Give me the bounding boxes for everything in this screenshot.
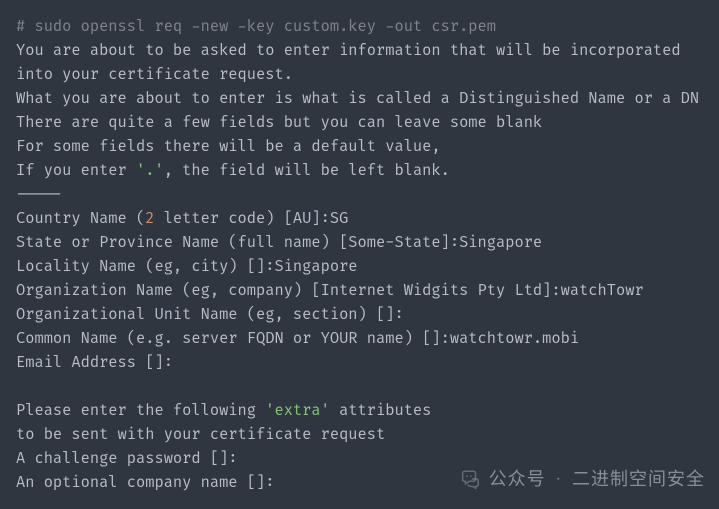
terminal-output: # sudo openssl req -new -key custom.key … <box>0 0 719 505</box>
intro-line-5: For some fields there will be a default … <box>16 137 441 156</box>
intro-line-2: into your certificate request. <box>16 65 293 84</box>
intro-line-6a: If you enter <box>16 161 136 180</box>
org-line: Organization Name (eg, company) [Interne… <box>16 281 644 300</box>
intro-line-3: What you are about to enter is what is c… <box>16 89 699 108</box>
country-pre: Country Name ( <box>16 209 145 228</box>
extra-literal: 'extra' <box>265 401 330 420</box>
locality-line: Locality Name (eg, city) []:Singapore <box>16 257 358 276</box>
separator: ----- <box>16 185 62 204</box>
extra-line-1a: Please enter the following <box>16 401 265 420</box>
extra-line-1c: attributes <box>330 401 432 420</box>
challenge-line: A challenge password []: <box>16 449 238 468</box>
country-post: letter code) [AU]:SG <box>154 209 348 228</box>
cn-line: Common Name (e.g. server FQDN or YOUR na… <box>16 329 579 348</box>
intro-line-6c: , the field will be left blank. <box>164 161 450 180</box>
optcompany-line: An optional company name []: <box>16 473 274 492</box>
email-line: Email Address []: <box>16 353 173 372</box>
state-line: State or Province Name (full name) [Some… <box>16 233 542 252</box>
extra-line-2: to be sent with your certificate request <box>16 425 385 444</box>
intro-line-4: There are quite a few fields but you can… <box>16 113 542 132</box>
intro-line-1: You are about to be asked to enter infor… <box>16 41 681 60</box>
command-line: # sudo openssl req -new -key custom.key … <box>16 17 496 36</box>
ou-line: Organizational Unit Name (eg, section) [… <box>16 305 404 324</box>
dot-literal: '.' <box>136 161 164 180</box>
